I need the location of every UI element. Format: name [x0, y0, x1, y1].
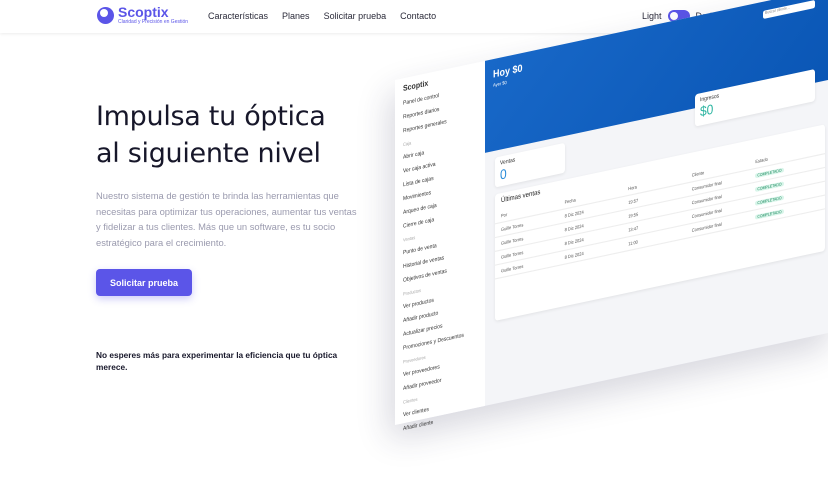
mock-sidebar: Scoptix Panel de control Reportes diarios…: [395, 60, 485, 432]
logo-icon: [97, 6, 114, 24]
hero-tagline: No esperes más para experimentar la efic…: [96, 350, 338, 372]
mock-status-badge: COMPLETADO: [755, 208, 784, 220]
nav-links: Características Planes Solicitar prueba …: [208, 11, 436, 21]
hero-title-line2: al siguiente nivel: [96, 138, 321, 169]
hero-title-line1: Impulsa tu óptica: [96, 101, 326, 132]
dashboard-mock: Scoptix Panel de control Reportes diarios…: [395, 0, 828, 432]
mock-header-sub: Ayer $0: [493, 79, 507, 88]
dashboard-preview: Scoptix Panel de control Reportes diarios…: [395, 0, 828, 480]
mock-header-title: Hoy $0: [493, 62, 523, 80]
nav-link-planes[interactable]: Planes: [282, 11, 310, 21]
nav-link-solicitar-prueba[interactable]: Solicitar prueba: [324, 11, 387, 21]
brand-logo[interactable]: Scoptix Claridad y Precisión en Gestión: [97, 5, 188, 25]
nav-link-caracteristicas[interactable]: Características: [208, 11, 268, 21]
brand-name: Scoptix: [118, 4, 169, 20]
request-trial-button[interactable]: Solicitar prueba: [96, 269, 192, 296]
theme-light-label: Light: [642, 11, 662, 21]
brand-tagline: Claridad y Precisión en Gestión: [118, 19, 189, 25]
nav-link-contacto[interactable]: Contacto: [400, 11, 436, 21]
mock-search-input: Buscar cliente...: [763, 0, 815, 20]
hero-title: Impulsa tu óptica al siguiente nivel: [96, 98, 326, 172]
hero-description: Nuestro sistema de gestión te brinda las…: [96, 190, 357, 248]
